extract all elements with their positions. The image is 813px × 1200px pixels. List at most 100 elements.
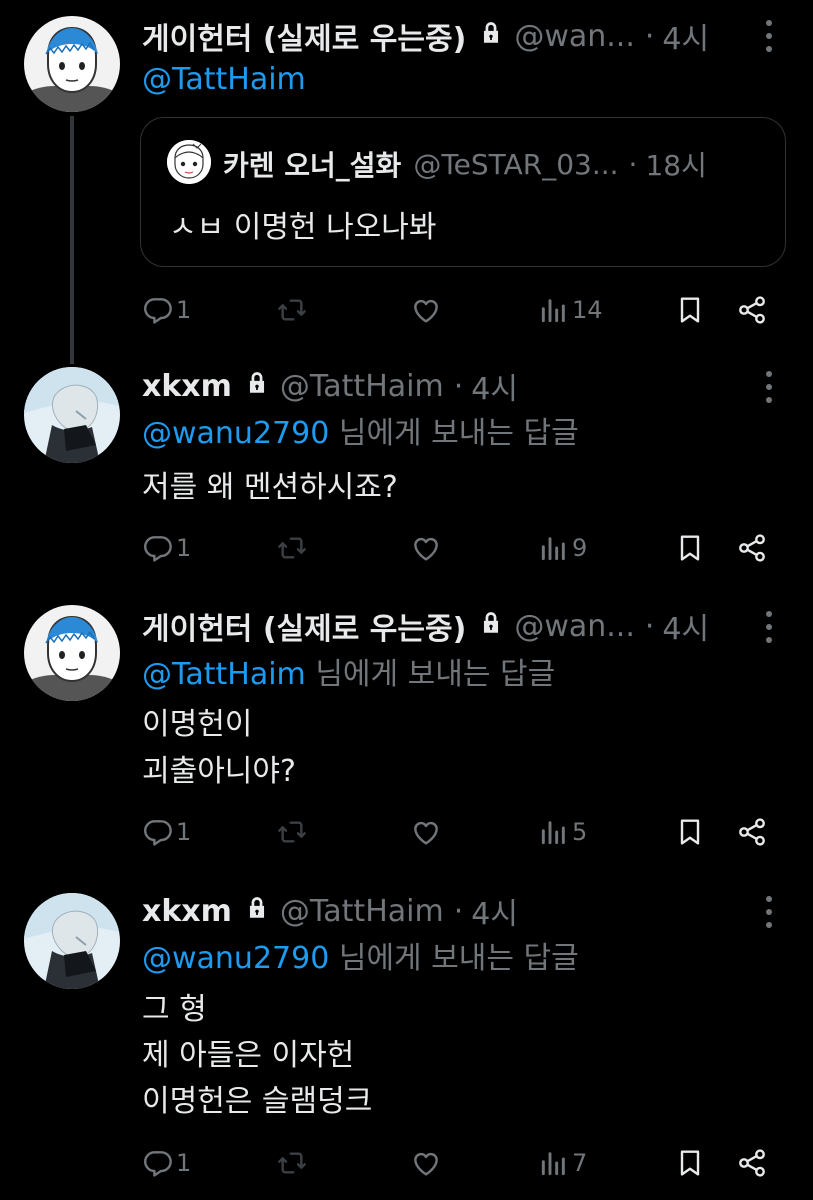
user-handle: @TeSTAR_03... [413, 147, 619, 181]
quoted-tweet[interactable]: 카렌 오너_설화 @TeSTAR_03... · 18시 ㅅㅂ 이명헌 나오나봐 [140, 117, 786, 267]
like-icon [410, 294, 442, 326]
share-icon [736, 294, 768, 326]
reply-context: @wanu2790 님에게 보내는 답글 [142, 939, 579, 979]
more-icon[interactable] [759, 892, 779, 932]
views-button[interactable]: 9 [538, 526, 587, 570]
bookmark-icon [674, 294, 706, 326]
avatar[interactable] [24, 16, 120, 112]
mention-link[interactable]: @TattHaim [142, 62, 306, 97]
reply-thread: 게이헌터 (실제로 우는중) @wan... · 4시 @TattHaim 카렌… [0, 0, 813, 1200]
avatar[interactable] [24, 605, 120, 701]
like-button[interactable] [410, 526, 442, 570]
display-name[interactable]: xkxm [142, 369, 232, 404]
more-icon[interactable] [759, 16, 779, 56]
user-handle[interactable]: @TattHaim [280, 894, 444, 929]
view-count: 9 [572, 534, 588, 562]
retweet-icon [276, 294, 308, 326]
share-icon [736, 1147, 768, 1179]
mention-link[interactable]: @TattHaim [142, 657, 306, 692]
timestamp[interactable]: 4시 [471, 364, 518, 408]
bookmark-button[interactable] [674, 810, 706, 854]
views-icon [538, 532, 570, 564]
bookmark-icon [674, 1147, 706, 1179]
tweet-header: 게이헌터 (실제로 우는중) @wan... · 4시 [142, 604, 743, 648]
timestamp[interactable]: 4시 [662, 604, 709, 648]
reply-context: @TattHaim 님에게 보내는 답글 [142, 655, 555, 695]
views-button[interactable]: 14 [538, 288, 603, 332]
like-button[interactable] [410, 810, 442, 854]
more-icon[interactable] [759, 607, 779, 647]
reply-count: 1 [176, 296, 192, 324]
bookmark-button[interactable] [674, 1141, 706, 1185]
like-button[interactable] [410, 1141, 442, 1185]
reply-icon [142, 1147, 174, 1179]
like-icon [410, 816, 442, 848]
retweet-button[interactable] [276, 288, 308, 332]
view-count: 7 [572, 1149, 588, 1177]
bookmark-icon [674, 816, 706, 848]
views-icon [538, 816, 570, 848]
tweet-text-line: 그 형 [142, 992, 207, 1027]
timestamp[interactable]: 4시 [662, 14, 709, 58]
display-name[interactable]: 게이헌터 (실제로 우는중) [142, 604, 466, 648]
share-button[interactable] [736, 810, 768, 854]
thread-connector-line [70, 116, 74, 364]
retweet-button[interactable] [276, 810, 308, 854]
reply-context-text: 님에게 보내는 답글 [338, 416, 579, 451]
action-bar: 1 7 [142, 1141, 782, 1185]
reply-button[interactable]: 1 [142, 526, 191, 570]
share-button[interactable] [736, 526, 768, 570]
reply-count: 1 [176, 818, 192, 846]
tweet-text-line: 괴출아니야? [142, 754, 296, 789]
reply-count: 1 [176, 534, 192, 562]
display-name[interactable]: xkxm [142, 894, 232, 929]
retweet-button[interactable] [276, 1141, 308, 1185]
display-name[interactable]: 게이헌터 (실제로 우는중) [142, 14, 466, 58]
more-icon[interactable] [759, 367, 779, 407]
tweet-text-line: 제 아들은 이자헌 [142, 1038, 355, 1073]
retweet-icon [276, 1147, 308, 1179]
reply-context-text: 님에게 보내는 답글 [315, 657, 556, 692]
tweet-header: xkxm @TattHaim · 4시 [142, 889, 743, 933]
bookmark-button[interactable] [674, 526, 706, 570]
reply-icon [142, 532, 174, 564]
tweet-header: xkxm @TattHaim · 4시 [142, 364, 743, 408]
user-handle[interactable]: @wan... [514, 609, 635, 644]
avatar[interactable] [24, 893, 120, 989]
bookmark-icon [674, 532, 706, 564]
tweet-text: 저를 왜 멘션하시죠? [142, 470, 398, 505]
reply-button[interactable]: 1 [142, 1141, 191, 1185]
share-button[interactable] [736, 288, 768, 332]
avatar[interactable] [167, 140, 211, 184]
action-bar: 1 5 [142, 810, 782, 854]
reply-icon [142, 816, 174, 848]
quote-header: 카렌 오너_설화 @TeSTAR_03... · 18시 [223, 144, 707, 184]
action-bar: 1 9 [142, 526, 782, 570]
mention-link[interactable]: @wanu2790 [142, 941, 329, 976]
tweet-text-line: 이명헌이 [142, 707, 253, 742]
mention-link[interactable]: @wanu2790 [142, 416, 329, 451]
reply-icon [142, 294, 174, 326]
reply-button[interactable]: 1 [142, 288, 191, 332]
bookmark-button[interactable] [674, 288, 706, 332]
reply-count: 1 [176, 1149, 192, 1177]
reply-button[interactable]: 1 [142, 810, 191, 854]
avatar[interactable] [24, 367, 120, 463]
views-icon [538, 294, 570, 326]
view-count: 5 [572, 818, 588, 846]
user-handle[interactable]: @wan... [514, 19, 635, 54]
share-button[interactable] [736, 1141, 768, 1185]
retweet-button[interactable] [276, 526, 308, 570]
timestamp: 18시 [645, 149, 707, 182]
timestamp[interactable]: 4시 [471, 889, 518, 933]
display-name: 카렌 오너_설화 [223, 149, 402, 182]
like-button[interactable] [410, 288, 442, 332]
views-button[interactable]: 7 [538, 1141, 587, 1185]
lock-icon [478, 19, 504, 54]
views-button[interactable]: 5 [538, 810, 587, 854]
like-icon [410, 1147, 442, 1179]
action-bar: 1 14 [142, 288, 782, 332]
share-icon [736, 532, 768, 564]
retweet-icon [276, 532, 308, 564]
user-handle[interactable]: @TattHaim [280, 369, 444, 404]
